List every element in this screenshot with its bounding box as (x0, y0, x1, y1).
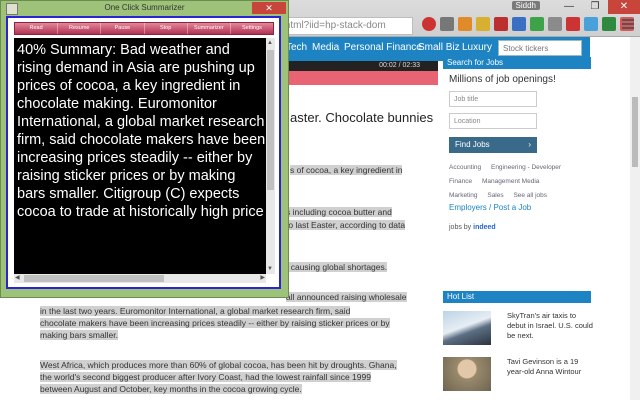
pause-button[interactable]: Pause (101, 23, 145, 34)
paragraph-line: the world's second biggest producer afte… (40, 372, 371, 382)
scroll-down-icon[interactable]: ▼ (267, 265, 273, 273)
popup-title: One Click Summarizer (104, 3, 185, 12)
location-input[interactable]: Location (449, 113, 537, 129)
scroll-right-icon[interactable]: ▶ (260, 274, 265, 282)
hamburger-menu-icon[interactable] (622, 18, 634, 30)
ext-icon-11[interactable] (602, 17, 616, 31)
summarizer-panel: Read Resume Pause Stop Summarizer Settin… (6, 16, 281, 289)
find-jobs-label: Find Jobs (455, 140, 490, 149)
ext-icon-10[interactable] (584, 17, 598, 31)
nav-tech[interactable]: Tech (286, 42, 307, 53)
job-link[interactable]: Marketing (449, 192, 478, 199)
chevron-right-icon: › (528, 140, 531, 149)
ext-icon-6[interactable] (512, 17, 526, 31)
ext-icon-3[interactable] (458, 17, 472, 31)
hotlist-header: Hot List (443, 291, 591, 303)
page-scrollbar[interactable] (630, 37, 640, 400)
job-link[interactable]: Accounting (449, 164, 481, 171)
hotlist-item[interactable]: Tavi Gevinson is a 19 year-old Anna Wint… (443, 357, 591, 393)
powered-prefix: jobs by (449, 224, 472, 231)
job-link[interactable]: Finance (449, 178, 472, 185)
jobs-title: Millions of job openings! (449, 74, 556, 85)
find-jobs-button[interactable]: Find Jobs › (449, 137, 537, 153)
nav-small-biz[interactable]: Small Biz (418, 42, 460, 53)
popup-close-button[interactable]: ✕ (252, 2, 286, 14)
address-bar[interactable]: .html?iid=hp-stack-dom (282, 17, 413, 35)
paragraph-line: West Africa, which produces more than 60… (40, 360, 397, 370)
page-scroll-thumb[interactable] (632, 97, 638, 167)
read-button[interactable]: Read (15, 23, 59, 34)
powered-by: jobs by indeed (449, 224, 591, 231)
job-link[interactable]: See all jobs (513, 192, 547, 199)
job-title-input[interactable]: Job title (449, 91, 537, 107)
paragraph-line: chocolate makers have been increasing pr… (40, 318, 390, 328)
horizontal-scroll-thumb[interactable] (24, 275, 164, 282)
article-paragraph: West Africa, which produces more than 60… (40, 359, 405, 395)
summarizer-button[interactable]: Summarizer (188, 23, 231, 34)
ext-icon-4[interactable] (476, 17, 490, 31)
video-banner (288, 71, 438, 85)
adblock-icon[interactable] (422, 17, 436, 31)
minimize-button[interactable]: — (556, 0, 582, 14)
user-badge[interactable]: Siddh (511, 1, 540, 10)
article-snippet: all announced raising wholesale (286, 292, 407, 302)
ext-icon-2[interactable] (440, 17, 454, 31)
ext-icon-8[interactable] (548, 17, 562, 31)
extension-icons (422, 17, 634, 31)
hotlist-thumbnail[interactable] (443, 357, 491, 391)
article-snippet: , causing global shortages. (286, 262, 388, 272)
job-category-links: Accounting Engineering - Developer Finan… (449, 161, 589, 203)
article-paragraph: in the last two years. Euromonitor Inter… (40, 305, 405, 341)
summary-vertical-scrollbar[interactable]: ▲ ▼ (266, 38, 275, 274)
stock-ticker-input[interactable]: Stock tickers (498, 40, 582, 56)
paragraph-line: in the last two years. Euromonitor Inter… (40, 306, 351, 316)
summarizer-toolbar: Read Resume Pause Stop Summarizer Settin… (14, 22, 274, 35)
close-window-button[interactable]: ✕ (608, 0, 640, 14)
scroll-up-icon[interactable]: ▲ (267, 39, 273, 47)
scroll-left-icon[interactable]: ◀ (15, 274, 20, 282)
video-controls[interactable]: 00:02 / 02:33 (288, 61, 438, 71)
job-link[interactable]: Engineering - Developer (491, 164, 561, 171)
ext-icon-9[interactable] (566, 17, 580, 31)
paragraph-line: making bars smaller. (40, 330, 118, 340)
paragraph-line: between August and October, key months i… (40, 384, 302, 394)
hotlist-thumbnail[interactable] (443, 311, 491, 345)
video-time: 00:02 / 02:33 (379, 62, 420, 69)
ext-icon-5[interactable] (494, 17, 508, 31)
ext-icon-7[interactable] (530, 17, 544, 31)
hotlist-text[interactable]: SkyTran's air taxis to debut in Israel. … (507, 311, 593, 341)
nav-luxury[interactable]: Luxury (462, 42, 492, 53)
summary-text: 40% Summary: Bad weather and rising dema… (17, 42, 266, 220)
article-title: aster. Chocolate bunnies (290, 110, 434, 125)
summarizer-window: One Click Summarizer ✕ Read Resume Pause… (0, 0, 289, 298)
employers-link[interactable]: Employers / Post a Job (449, 203, 591, 212)
job-link[interactable]: Sales (487, 192, 503, 199)
article-snippet: to last Easter, according to data (286, 220, 406, 230)
nav-media[interactable]: Media (312, 42, 339, 53)
hotlist-text[interactable]: Tavi Gevinson is a 19 year-old Anna Wint… (507, 357, 593, 377)
article-snippet: s of cocoa, a key ingredient in (290, 165, 403, 175)
nav-personal-finance[interactable]: Personal Finance (344, 42, 422, 53)
stop-button[interactable]: Stop (145, 23, 188, 34)
indeed-logo[interactable]: indeed (473, 224, 496, 231)
resume-button[interactable]: Resume (58, 23, 102, 34)
article-snippet: s including cocoa butter and (286, 207, 392, 217)
window-controls: — ❐ ✕ (556, 0, 640, 14)
job-link[interactable]: Management Media (482, 178, 539, 185)
summary-horizontal-scrollbar[interactable]: ◀ ▶ (14, 274, 266, 283)
settings-button[interactable]: Settings (231, 23, 273, 34)
maximize-button[interactable]: ❐ (582, 0, 608, 14)
vertical-scroll-thumb[interactable] (267, 50, 274, 190)
jobs-header: Search for Jobs (443, 57, 591, 69)
hotlist-item[interactable]: SkyTran's air taxis to debut in Israel. … (443, 311, 593, 347)
summary-textarea[interactable]: 40% Summary: Bad weather and rising dema… (14, 38, 266, 274)
jobs-widget: Search for Jobs Millions of job openings… (443, 57, 591, 287)
